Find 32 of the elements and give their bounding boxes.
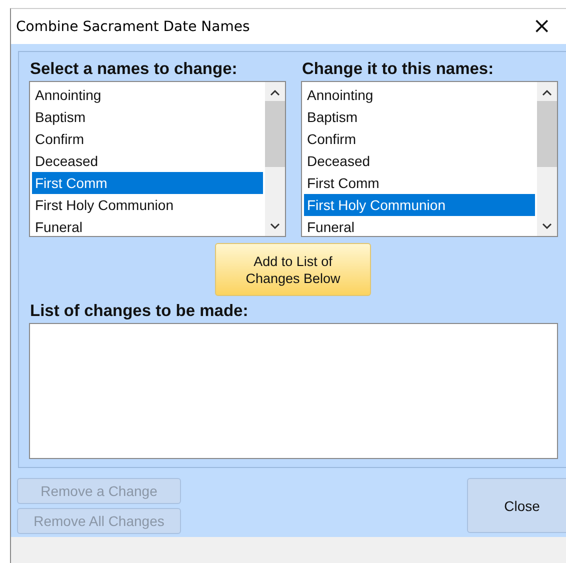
scrollbar[interactable]	[537, 82, 557, 236]
list-box[interactable]: Annointing Baptism Confirm Deceased First Comm First Holy Communion Funeral	[29, 81, 286, 237]
list-label: List of changes to be made:	[30, 302, 250, 322]
close-button[interactable]: Close	[467, 478, 566, 533]
scrollbar[interactable]	[265, 82, 285, 236]
list-item[interactable]: First Holy Communion	[304, 194, 535, 216]
window-title: Combine Sacrament Date Names	[16, 18, 250, 34]
list-item[interactable]: Annointing	[32, 84, 263, 106]
list-label: Select a names to change:	[30, 60, 238, 80]
scroll-down-icon[interactable]	[542, 223, 552, 229]
list-item[interactable]: Baptism	[32, 106, 263, 128]
list-item[interactable]: First Holy Communion	[32, 194, 263, 216]
list-item[interactable]: Deceased	[304, 150, 535, 172]
list-box[interactable]: Annointing Baptism Confirm Deceased First Comm First Holy Communion Funeral	[301, 81, 558, 237]
list-item[interactable]: Confirm	[304, 128, 535, 150]
changes-list-box[interactable]	[29, 323, 558, 459]
scroll-up-icon[interactable]	[270, 90, 280, 96]
scroll-up-icon[interactable]	[542, 90, 552, 96]
add-button[interactable]: Add to List of Changes Below	[215, 243, 371, 296]
list-item[interactable]: Confirm	[32, 128, 263, 150]
close-button[interactable]: ×	[530, 16, 553, 38]
scroll-thumb[interactable]	[265, 101, 285, 167]
list-item[interactable]: Baptism	[304, 106, 535, 128]
list-item[interactable]: Deceased	[32, 150, 263, 172]
list-item[interactable]: Funeral	[32, 216, 263, 238]
list-item[interactable]: Annointing	[304, 84, 535, 106]
list-label: Change it to this names:	[302, 60, 495, 80]
scroll-thumb[interactable]	[537, 101, 557, 167]
list-item[interactable]: First Comm	[32, 172, 263, 194]
scroll-down-icon[interactable]	[270, 223, 280, 229]
list-item[interactable]: First Comm	[304, 172, 535, 194]
list-item[interactable]: Funeral	[304, 216, 535, 238]
